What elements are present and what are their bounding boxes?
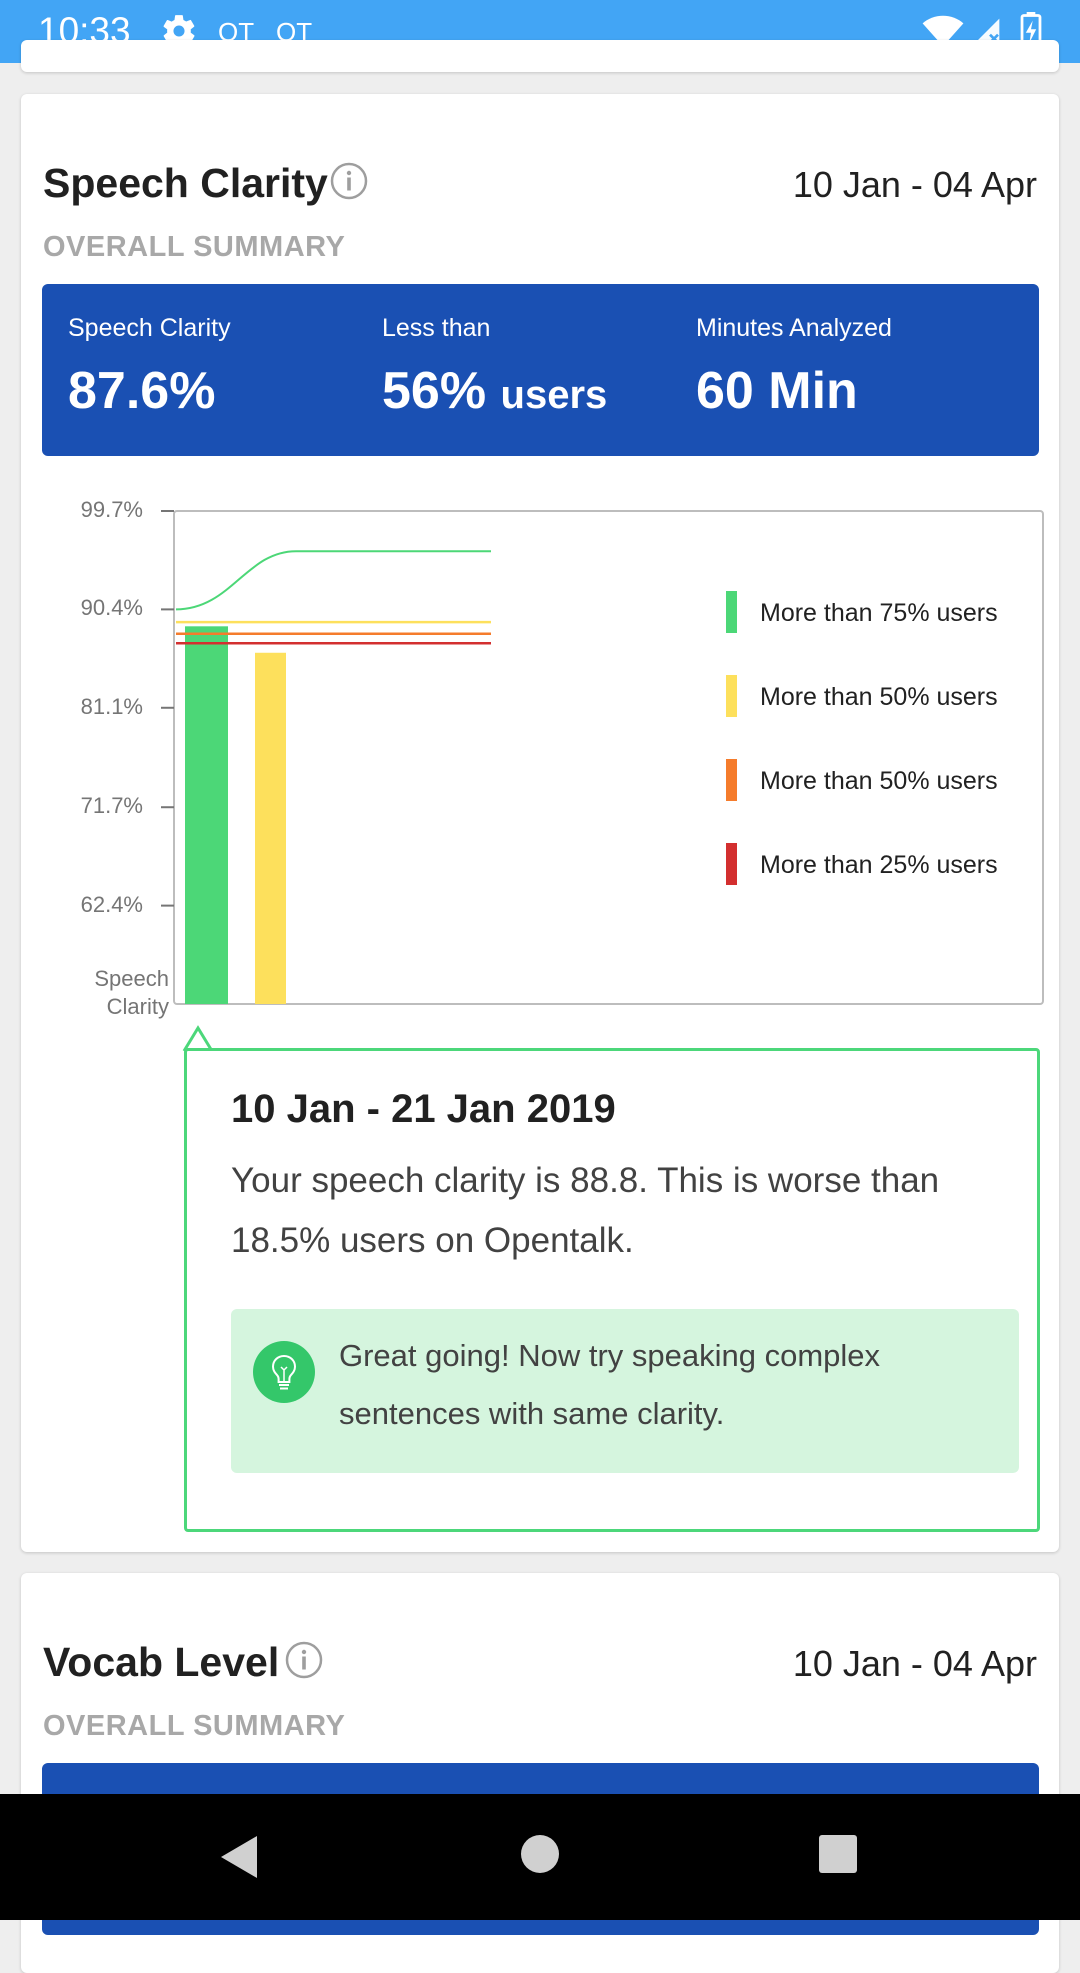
overall-summary-label: OVERALL SUMMARY xyxy=(43,1710,346,1742)
card-title: Vocab Level xyxy=(43,1639,280,1685)
navigation-bar xyxy=(0,1794,1080,1920)
legend-swatch xyxy=(726,759,737,801)
back-icon[interactable] xyxy=(215,1832,265,1882)
home-icon[interactable] xyxy=(518,1832,562,1876)
legend-label: More than 25% users xyxy=(760,851,998,879)
date-range[interactable]: 10 Jan - 04 Apr xyxy=(793,1643,1037,1685)
legend-item: More than 75% users xyxy=(726,591,1026,633)
info-icon[interactable] xyxy=(285,1641,323,1679)
clarity-chart xyxy=(161,510,1044,1005)
legend-swatch xyxy=(726,675,737,717)
legend-label: More than 50% users xyxy=(760,683,998,711)
tip-text: Great going! Now try speaking complex se… xyxy=(339,1338,881,1431)
plot-frame xyxy=(173,510,1044,1005)
popup-text: Your speech clarity is 88.8. This is wor… xyxy=(231,1161,940,1260)
period-detail-popup: 10 Jan - 21 Jan 2019 Your speech clarity… xyxy=(184,1048,1040,1532)
legend-swatch xyxy=(726,843,737,885)
bar xyxy=(255,652,286,1004)
reference-line xyxy=(175,550,491,611)
legend-item: More than 50% users xyxy=(726,759,1026,801)
legend-swatch xyxy=(726,591,737,633)
legend-item: More than 25% users xyxy=(726,843,1026,885)
tip-box: Great going! Now try speaking complex se… xyxy=(231,1309,1019,1473)
speech-clarity-card: Speech Clarity 10 Jan - 04 Apr OVERALL S… xyxy=(21,94,1059,1552)
bar xyxy=(185,626,228,1004)
recent-apps-icon[interactable] xyxy=(818,1834,858,1874)
legend-item: More than 50% users xyxy=(726,675,1026,717)
previous-card-edge xyxy=(21,40,1059,72)
chart-area: 99.7% 90.4% 81.1% 71.7% 62.4% Speech Clarity… xyxy=(21,94,1059,1094)
legend-label: More than 75% users xyxy=(760,599,998,627)
popup-title: 10 Jan - 21 Jan 2019 xyxy=(231,1087,616,1131)
lightbulb-icon xyxy=(253,1341,315,1403)
legend-label: More than 50% users xyxy=(760,767,998,795)
